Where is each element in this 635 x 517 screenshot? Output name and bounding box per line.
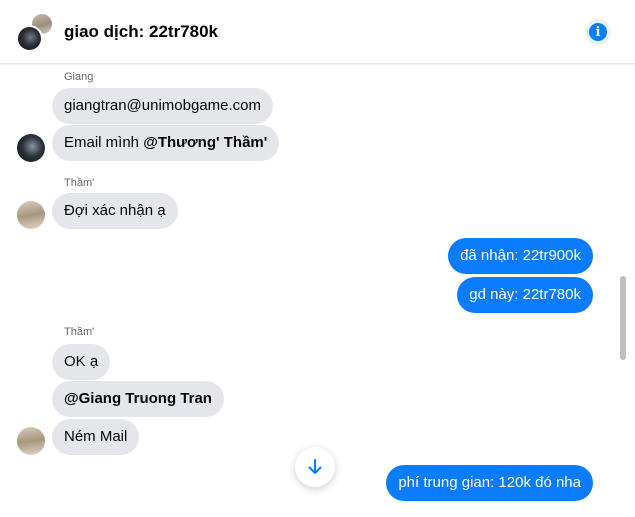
avatar[interactable] <box>17 134 45 162</box>
info-icon: i <box>589 23 607 41</box>
avatar[interactable] <box>17 201 45 229</box>
mention-bubble[interactable]: @Giang Truong Tran <box>52 381 224 417</box>
sender-name: Thầm' <box>64 326 95 338</box>
message-text: Email mình <box>64 134 144 151</box>
message-bubble[interactable]: OK ạ <box>52 344 111 380</box>
message-bubble[interactable]: giangtran@unimobgame.com <box>52 88 273 124</box>
chat-title[interactable]: giao dịch: 22tr780k <box>64 22 218 42</box>
sender-name: Thầm' <box>64 177 95 189</box>
group-avatar[interactable] <box>16 12 56 52</box>
message-bubble-outgoing[interactable]: gd này: 22tr780k <box>457 277 593 313</box>
message-bubble-outgoing[interactable]: đã nhận: 22tr900k <box>448 238 593 274</box>
mention-link[interactable]: @Thương' Thầm' <box>143 134 267 151</box>
member-avatar <box>16 25 43 52</box>
scrollbar-thumb[interactable] <box>620 276 626 360</box>
avatar[interactable] <box>17 427 45 455</box>
chat-header: giao dịch: 22tr780k i <box>0 0 635 64</box>
message-bubble[interactable]: Email mình @Thương' Thầm' <box>52 125 280 161</box>
message-bubble[interactable]: Đợi xác nhận ạ <box>52 193 178 229</box>
sender-name: Giang <box>64 71 94 83</box>
arrow-down-icon <box>308 459 322 474</box>
info-button[interactable]: i <box>585 19 611 45</box>
scroll-to-bottom-button[interactable] <box>295 447 335 487</box>
message-bubble-outgoing[interactable]: phí trung gian: 120k đó nha <box>386 465 593 501</box>
message-bubble[interactable]: Ném Mail <box>52 419 140 455</box>
